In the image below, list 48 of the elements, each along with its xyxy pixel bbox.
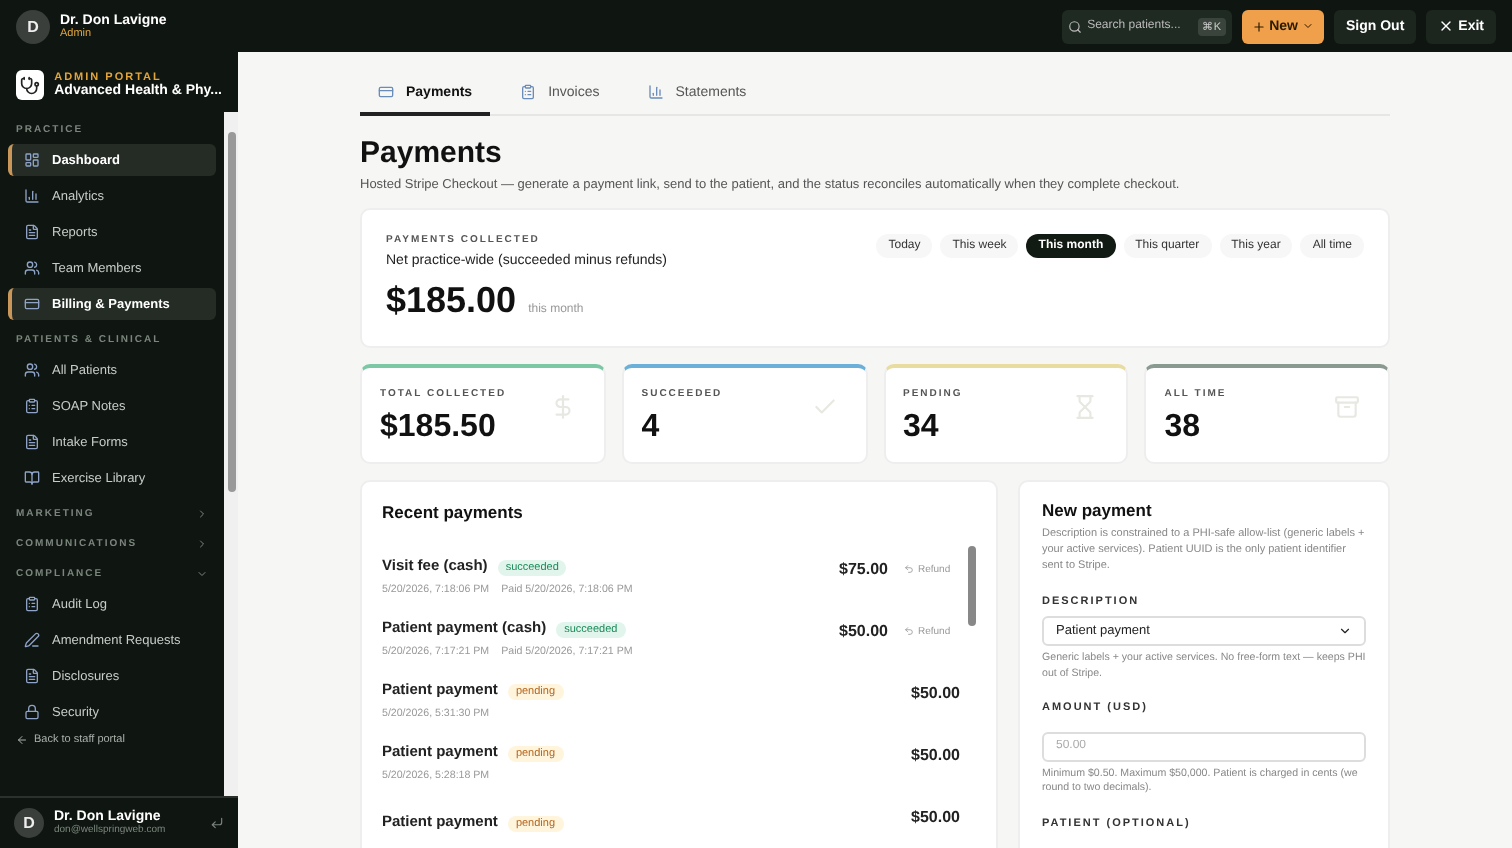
- people-icon: [24, 260, 40, 276]
- caret-icon[interactable]: [196, 568, 208, 580]
- document-icon: [24, 668, 40, 684]
- caret-icon: [1301, 20, 1314, 32]
- archive-icon: [1334, 394, 1360, 420]
- lock-icon: [24, 704, 40, 720]
- hourglass-icon: [1072, 394, 1099, 420]
- collected-amount: $185.00: [386, 280, 517, 322]
- user-avatar: D: [14, 808, 44, 838]
- search-icon: [1067, 19, 1082, 33]
- payment-amount: $50.00: [839, 622, 888, 640]
- logout-icon[interactable]: [210, 816, 224, 830]
- arrow-left-icon: [16, 734, 28, 746]
- bar-chart-icon: [24, 188, 40, 204]
- user-avatar: D: [16, 9, 50, 43]
- card-title: Recent payments: [382, 502, 525, 522]
- caret-icon[interactable]: [196, 508, 208, 520]
- payment-amount: $50.00: [911, 808, 960, 826]
- people-icon: [24, 362, 40, 378]
- clipboard-icon: [24, 596, 40, 612]
- stat-value: 4: [641, 410, 662, 446]
- caret-icon[interactable]: [196, 538, 208, 550]
- dollar-icon: [549, 394, 576, 420]
- clipboard-icon: [520, 84, 537, 100]
- payment-amount: $50.00: [911, 746, 960, 764]
- scrollbar[interactable]: [224, 112, 238, 796]
- document-icon: [24, 224, 40, 240]
- page-title: Payments: [360, 136, 504, 170]
- payment-amount: $75.00: [839, 560, 888, 578]
- close-icon: [1438, 18, 1455, 34]
- clipboard-icon: [24, 398, 40, 414]
- document-icon: [24, 434, 40, 450]
- dashboard-icon: [24, 152, 40, 168]
- caret-icon: [1338, 623, 1352, 638]
- undo-icon: [904, 564, 914, 574]
- stat-value: 34: [903, 410, 941, 446]
- stat-value: $185.50: [380, 410, 498, 446]
- bar-chart-icon: [647, 84, 664, 100]
- undo-icon: [904, 626, 914, 636]
- pen-icon: [24, 632, 40, 648]
- payment-amount: $50.00: [911, 684, 960, 702]
- card-title: New payment: [1042, 500, 1154, 520]
- logo-icon: [16, 70, 45, 100]
- plus-icon: [1251, 19, 1266, 33]
- credit-card-icon: [24, 296, 40, 312]
- stat-value: 38: [1164, 410, 1203, 446]
- book-icon: [24, 470, 40, 486]
- credit-card-icon: [378, 84, 394, 100]
